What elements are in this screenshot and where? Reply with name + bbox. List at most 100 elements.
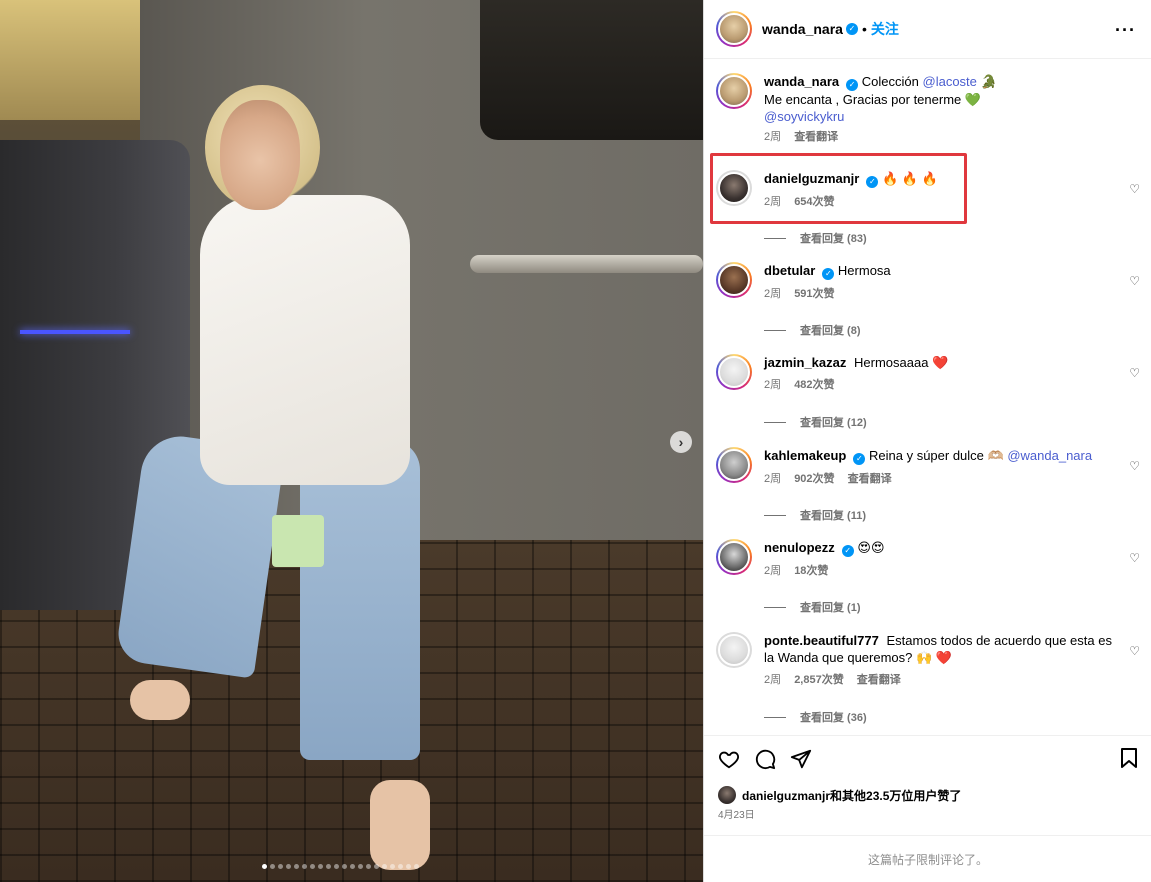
comment-like-heart-icon[interactable]: ♡ — [1129, 551, 1140, 565]
carousel-dot — [310, 864, 315, 869]
more-options-icon[interactable]: ··· — [1115, 20, 1136, 41]
caption: wanda_nara ✓ Colección @lacoste 🐊 Me enca… — [716, 73, 1140, 146]
comment-username[interactable]: nenulopezz — [764, 540, 835, 555]
post-photo: › — [0, 0, 703, 882]
follow-button[interactable]: 关注 — [871, 19, 899, 39]
caption-avatar[interactable] — [716, 73, 752, 109]
comment-text: Hermosaaaa ❤️ — [854, 355, 949, 370]
photo-bag — [272, 515, 324, 567]
post-actions: danielguzmanjr和其他23.5万位用户赞了 4月23日 — [704, 735, 1151, 835]
carousel-dot — [318, 864, 323, 869]
caption-text-2: Me encanta , Gracias por tenerme — [764, 92, 962, 107]
carousel-dot — [286, 864, 291, 869]
comment-likes[interactable]: 591次赞 — [794, 288, 834, 300]
photo-foot-right — [370, 780, 430, 870]
photo-car-window — [480, 0, 703, 140]
comment-username[interactable]: dbetular — [764, 263, 815, 278]
comment-likes[interactable]: 18次赞 — [794, 565, 828, 577]
comment-time: 2周 — [764, 288, 782, 300]
carousel-next-button[interactable]: › — [670, 431, 692, 453]
verified-icon: ✓ — [845, 23, 858, 35]
carousel-dots — [262, 864, 419, 869]
comment-text: Reina y súper dulce 🫶🏼 — [869, 448, 1004, 463]
comment-time: 2周 — [764, 565, 782, 577]
comment-avatar[interactable] — [716, 170, 752, 206]
comment-item: nenulopezz ✓ 😍😍 2周 18次赞 ♡ — [716, 539, 1140, 580]
post-header: wanda_nara ✓ • 关注 ··· — [704, 0, 1151, 59]
comment-likes[interactable]: 654次赞 — [794, 196, 834, 208]
comment-like-heart-icon[interactable]: ♡ — [1129, 459, 1140, 473]
comment-like-heart-icon[interactable]: ♡ — [1129, 366, 1140, 380]
caption-mention-soyvickykru[interactable]: @soyvickykru — [764, 109, 844, 124]
comment-username[interactable]: kahlemakeup — [764, 448, 846, 463]
verified-icon: ✓ — [846, 79, 859, 91]
chevron-right-icon: › — [678, 434, 684, 450]
carousel-dot — [398, 864, 403, 869]
verified-icon: ✓ — [822, 268, 835, 280]
photo-jacket — [200, 195, 410, 485]
carousel-dot — [374, 864, 379, 869]
caption-mention-lacoste[interactable]: @lacoste — [923, 74, 977, 89]
carousel-dot — [294, 864, 299, 869]
view-replies-link[interactable]: 查看回复 (11) — [764, 507, 866, 523]
green-heart-emoji: 💚 — [964, 92, 982, 107]
photo-face — [220, 100, 300, 210]
carousel-dot — [390, 864, 395, 869]
liked-by-avatar — [718, 786, 736, 804]
view-replies-link[interactable]: 查看回复 (36) — [764, 709, 867, 725]
like-heart-icon[interactable] — [718, 748, 740, 770]
carousel-dot — [382, 864, 387, 869]
comments-restricted-notice: 这篇帖子限制评论了。 — [704, 835, 1151, 882]
comment-avatar[interactable] — [716, 447, 752, 483]
view-replies-link[interactable]: 查看回复 (1) — [764, 599, 861, 615]
caption-time: 2周 — [764, 131, 782, 143]
photo-jeans-right — [300, 440, 420, 760]
crocodile-emoji: 🐊 — [980, 74, 997, 89]
verified-icon: ✓ — [866, 176, 879, 188]
comment-avatar[interactable] — [716, 262, 752, 298]
comment-time: 2周 — [764, 379, 782, 391]
comment-username[interactable]: jazmin_kazaz — [764, 355, 846, 370]
share-paper-plane-icon[interactable] — [790, 748, 812, 770]
carousel-dot — [270, 864, 275, 869]
comment-item: dbetular ✓ Hermosa 2周 591次赞 ♡ — [716, 262, 1140, 303]
comment-username[interactable]: danielguzmanjr — [764, 171, 859, 186]
verified-icon: ✓ — [853, 453, 866, 465]
comment-bubble-icon[interactable] — [754, 748, 776, 770]
view-replies-link[interactable]: 查看回复 (12) — [764, 414, 867, 430]
carousel-dot — [334, 864, 339, 869]
comment-item: danielguzmanjr ✓ 🔥 🔥 🔥 2周 654次赞 ♡ — [716, 170, 1140, 211]
comment-like-heart-icon[interactable]: ♡ — [1129, 644, 1140, 658]
author-avatar[interactable] — [716, 11, 752, 47]
comment-likes[interactable]: 2,857次赞 — [794, 674, 844, 686]
comment-avatar[interactable] — [716, 354, 752, 390]
comment-like-heart-icon[interactable]: ♡ — [1129, 274, 1140, 288]
carousel-dot — [278, 864, 283, 869]
author-username[interactable]: wanda_nara — [762, 21, 843, 37]
comment-item: ponte.beautiful777 Estamos todos de acue… — [716, 632, 1140, 689]
carousel-dot — [350, 864, 355, 869]
comment-likes[interactable]: 482次赞 — [794, 379, 834, 391]
view-replies-link[interactable]: 查看回复 (8) — [764, 322, 861, 338]
comment-likes[interactable]: 902次赞 — [794, 473, 834, 485]
comment-avatar[interactable] — [716, 539, 752, 575]
comment-text: 😍😍 — [857, 540, 885, 555]
comment-time: 2周 — [764, 674, 782, 686]
view-replies-link[interactable]: 查看回复 (83) — [764, 230, 867, 246]
caption-text: Colección — [861, 74, 919, 89]
carousel-dot — [262, 864, 267, 869]
comment-translate-link[interactable]: 查看翻译 — [857, 674, 901, 686]
comment-like-heart-icon[interactable]: ♡ — [1129, 182, 1140, 196]
caption-translate-link[interactable]: 查看翻译 — [794, 131, 838, 143]
comment-text: 🔥 🔥 🔥 — [881, 171, 938, 186]
save-bookmark-icon[interactable] — [1120, 748, 1138, 768]
comment-translate-link[interactable]: 查看翻译 — [848, 473, 892, 485]
comment-mention[interactable]: @wanda_nara — [1007, 448, 1092, 463]
photo-foot-left — [130, 680, 190, 720]
carousel-dot — [358, 864, 363, 869]
carousel-dot — [414, 864, 419, 869]
caption-username[interactable]: wanda_nara — [764, 74, 839, 89]
liked-by-summary[interactable]: danielguzmanjr和其他23.5万位用户赞了 — [718, 786, 961, 804]
comment-username[interactable]: ponte.beautiful777 — [764, 633, 879, 648]
comment-avatar[interactable] — [716, 632, 752, 668]
